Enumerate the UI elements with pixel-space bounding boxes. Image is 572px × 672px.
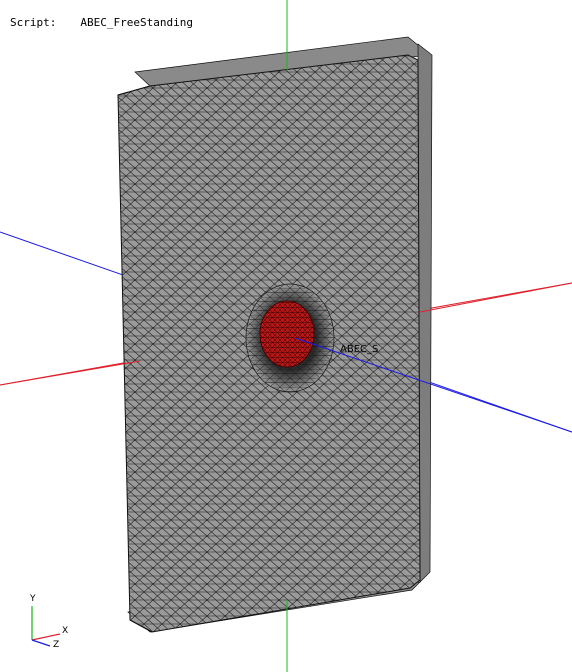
axis-x-front xyxy=(419,282,572,313)
script-header: Script: ABEC_FreeStanding xyxy=(10,16,193,29)
triad-z-label: Z xyxy=(53,640,60,650)
driver-mesh xyxy=(260,301,314,367)
axis-x-left xyxy=(0,360,141,386)
triad-x-label: X xyxy=(62,626,69,636)
3d-viewport[interactable]: ABEC_S Script: ABEC_FreeStanding Y X Z xyxy=(0,0,572,672)
axis-triad: Y X Z xyxy=(20,594,80,656)
origin-label: ABEC_S xyxy=(340,344,378,355)
scene-canvas[interactable]: ABEC_S xyxy=(0,0,572,672)
script-name: ABEC_FreeStanding xyxy=(80,16,193,29)
triad-icon xyxy=(31,606,61,647)
script-label: Script: xyxy=(10,16,57,29)
triad-y-label: Y xyxy=(30,594,36,604)
